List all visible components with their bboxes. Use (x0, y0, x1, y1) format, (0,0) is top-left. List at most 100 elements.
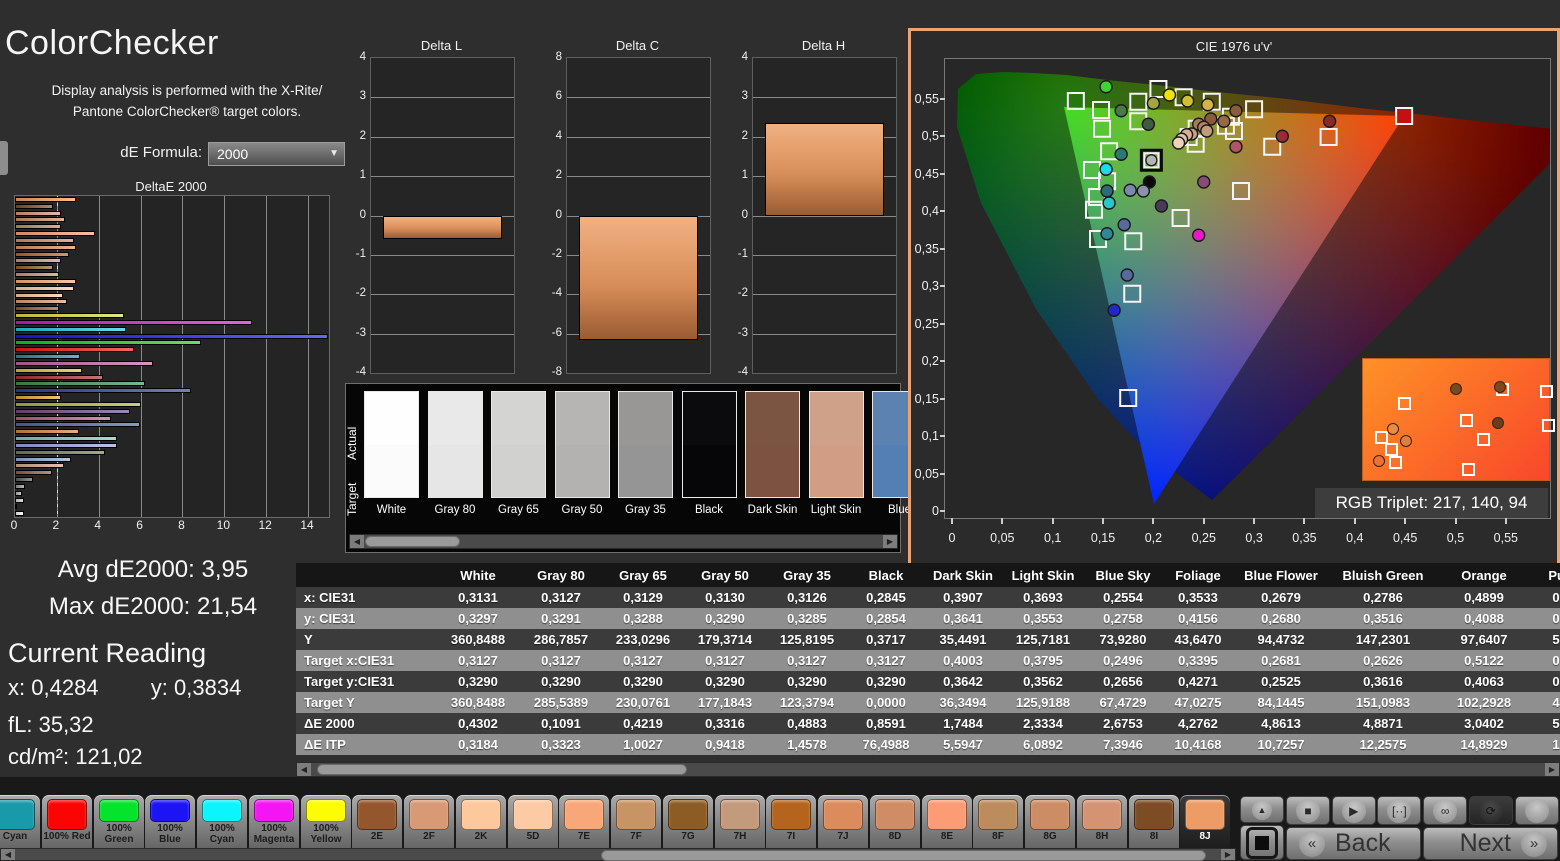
y-tick-label: 3 (359, 90, 366, 103)
deltae-bar (15, 333, 328, 339)
table-scroll-thumb[interactable] (317, 764, 687, 775)
swatch-actual (809, 392, 863, 445)
patch-button-2f[interactable]: 2F (404, 795, 454, 848)
deltae-bar (15, 497, 24, 503)
swatch-scrollbar[interactable]: ◀ ▶ (349, 534, 898, 549)
deltae-bar (15, 251, 70, 257)
patch-color-chip (1134, 799, 1174, 830)
inset-measurement-dot (1450, 383, 1462, 395)
patch-color-chip (720, 799, 760, 830)
y-tick-label: 2 (359, 129, 366, 142)
record-button[interactable] (1514, 796, 1559, 825)
patch-button-8e[interactable]: 8E (922, 795, 972, 848)
delta-plot (370, 57, 515, 374)
table-scrollbar[interactable]: ◀ ▶ (296, 762, 1560, 777)
deltae-bar (15, 470, 52, 476)
table-cell: 7,3946 (1084, 734, 1162, 755)
table-cell: 0,3288 (602, 608, 684, 629)
swatch-label: Gray 80 (434, 504, 476, 516)
deltae2000-bar-chart (14, 195, 330, 518)
swatch-target (682, 444, 736, 497)
patch-button-100-green[interactable]: 100% Green (94, 795, 144, 848)
stop-button[interactable]: ■ (1286, 796, 1330, 825)
patch-button-8h[interactable]: 8H (1077, 795, 1127, 848)
patch-button-7j[interactable]: 7J (818, 795, 868, 848)
deltae-bar (15, 367, 82, 373)
next-button[interactable]: Next » (1423, 827, 1558, 860)
table-cell: 0,3127 (602, 650, 684, 671)
patch-button-7h[interactable]: 7H (715, 795, 765, 848)
de-formula-select[interactable]: 2000 ▼ (208, 142, 345, 166)
scroll-right-icon[interactable]: ▶ (883, 535, 897, 548)
patch-button-7e[interactable]: 7E (559, 795, 609, 848)
gridline (371, 97, 514, 99)
patch-label: 100% Yellow (310, 823, 342, 845)
deltae-bar (15, 360, 154, 366)
patch-button-5d[interactable]: 5D (508, 795, 558, 848)
inset-target-square (1542, 419, 1555, 432)
scroll-right-icon[interactable]: ▶ (1221, 849, 1235, 860)
patch-button-8i[interactable]: 8I (1129, 795, 1179, 848)
patch-button-7g[interactable]: 7G (663, 795, 713, 848)
table-cell: 0,3553 (1002, 608, 1084, 629)
refresh-button[interactable]: ⟳ (1468, 796, 1513, 825)
toolbar-scroll-thumb[interactable] (601, 850, 1206, 861)
scroll-left-icon[interactable]: ◀ (1, 849, 15, 860)
patch-button-cyan[interactable]: Cyan (0, 795, 40, 848)
scroll-left-icon[interactable]: ◀ (350, 535, 364, 548)
color-swatch (427, 391, 483, 498)
x-tick-label: 0,15 (1090, 531, 1116, 545)
patch-button-8j[interactable]: 8J (1180, 795, 1230, 848)
x-tick-label: 0,4 (1346, 531, 1364, 545)
continuous-button[interactable]: ∞ (1423, 796, 1468, 825)
x-tick-label: 0,55 (1493, 531, 1519, 545)
patch-button-2k[interactable]: 2K (456, 795, 506, 848)
patch-button-100-red[interactable]: 100% Red (42, 795, 92, 848)
table-row: Target y:CIE31 0,3290 0,3290 0,3290 0,3290 0,… (296, 671, 1560, 692)
swatch-scroll-thumb[interactable] (365, 536, 460, 547)
table-cell: 12,2575 (1328, 734, 1438, 755)
single-measure-button[interactable]: [··] (1377, 796, 1422, 825)
table-cell: 2,6753 (1084, 713, 1162, 734)
row-label: y: CIE31 (296, 608, 436, 629)
toolbar-scrollbar[interactable]: ◀ ▶ (0, 848, 1236, 861)
patch-button-2e[interactable]: 2E (352, 795, 402, 848)
patch-button-100-cyan[interactable]: 100% Cyan (197, 795, 247, 848)
patch-button-100-yellow[interactable]: 100% Yellow (301, 795, 351, 848)
patch-button-7f[interactable]: 7F (611, 795, 661, 848)
patch-button-7i[interactable]: 7I (766, 795, 816, 848)
table-cell: 0,3290 (684, 608, 766, 629)
patch-color-chip (202, 799, 242, 822)
patch-button-8d[interactable]: 8D (870, 795, 920, 848)
y-tick (940, 397, 945, 400)
patch-color-chip (99, 799, 139, 822)
y-tick-label: 0,3 (921, 279, 939, 293)
y-tick-label: 4 (741, 51, 748, 63)
stop-icon: ■ (1296, 798, 1320, 823)
deltae-bar (15, 354, 80, 360)
x-tick-label: 0,2 (1144, 531, 1163, 545)
patch-button-100-blue[interactable]: 100% Blue (145, 795, 195, 848)
patch-button-8g[interactable]: 8G (1025, 795, 1075, 848)
column-header: Dark Skin (924, 563, 1002, 587)
back-button[interactable]: « Back (1286, 827, 1421, 860)
patch-label: 2F (423, 831, 435, 842)
patch-button-8f[interactable]: 8F (973, 795, 1023, 848)
deltae-bar (15, 456, 72, 462)
measurement-dot (1100, 184, 1114, 198)
table-cell: 0,19 (1530, 671, 1560, 692)
scroll-right-icon[interactable]: ▶ (1545, 763, 1559, 776)
pattern-window-button[interactable] (1240, 825, 1284, 860)
panel-up-button[interactable]: ▲ (1240, 796, 1284, 823)
table-cell: 0,3127 (766, 650, 848, 671)
x-tick (1353, 518, 1356, 524)
table-cell: 0,3395 (1162, 650, 1234, 671)
patch-button-100-magenta[interactable]: 100% Magenta (249, 795, 299, 848)
scroll-left-icon[interactable]: ◀ (297, 763, 311, 776)
play-button[interactable]: ▶ (1331, 796, 1376, 825)
table-cell: 0,3533 (1162, 587, 1234, 608)
patch-color-chip (306, 799, 346, 822)
table-cell: 0,2681 (1234, 650, 1328, 671)
column-header: Blue Sky (1084, 563, 1162, 587)
swatch-actual (619, 392, 672, 445)
